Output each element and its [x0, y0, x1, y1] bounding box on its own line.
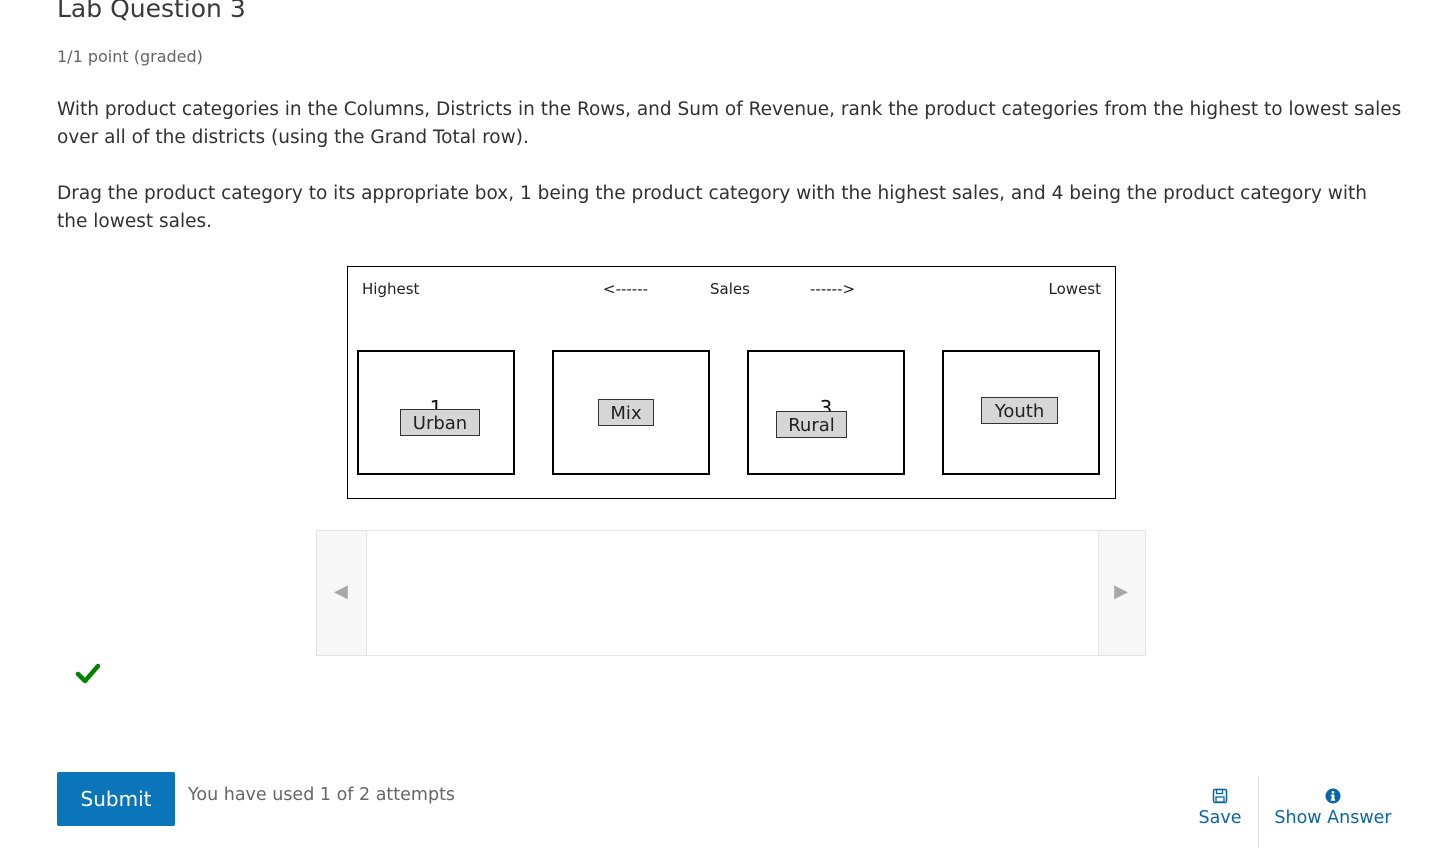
- drag-drop-target-area: Highest <------ Sales ------> Lowest 1 U…: [347, 266, 1116, 499]
- header-lowest: Lowest: [1048, 280, 1101, 298]
- drop-zone-4[interactable]: 4 Youth: [942, 350, 1100, 475]
- header-sales: Sales: [710, 280, 750, 298]
- submit-button[interactable]: Submit: [57, 772, 175, 826]
- draggable-item-urban[interactable]: Urban: [400, 409, 480, 436]
- attempts-text: You have used 1 of 2 attempts: [188, 785, 456, 805]
- show-answer-button[interactable]: Show Answer: [1274, 788, 1392, 828]
- header-arrow-right: ------>: [810, 280, 856, 298]
- save-label: Save: [1198, 808, 1242, 828]
- drop-zone-2[interactable]: 2 Mix: [552, 350, 710, 475]
- draggable-item-mix[interactable]: Mix: [598, 399, 654, 426]
- header-highest: Highest: [362, 280, 420, 298]
- save-button[interactable]: Save: [1195, 788, 1245, 828]
- drop-zone-3[interactable]: 3 Rural: [747, 350, 905, 475]
- item-bank-container[interactable]: [366, 530, 1099, 656]
- footer-divider: [1258, 776, 1259, 848]
- draggable-item-youth[interactable]: Youth: [981, 397, 1058, 424]
- problem-text-1: With product categories in the Columns, …: [57, 99, 1402, 148]
- drop-zone-1[interactable]: 1 Urban: [357, 350, 515, 475]
- checkmark-icon: [75, 663, 101, 684]
- show-answer-label: Show Answer: [1274, 808, 1392, 828]
- problem-text-2: Drag the product category to its appropr…: [57, 183, 1368, 232]
- item-bank: ◀ ▶: [316, 530, 1146, 656]
- triangle-right-icon[interactable]: ▶: [1114, 581, 1128, 602]
- info-icon: [1325, 788, 1341, 804]
- grade-status: 1/1 point (graded): [57, 47, 203, 66]
- triangle-left-icon[interactable]: ◀: [334, 581, 348, 602]
- floppy-disk-icon: [1212, 788, 1228, 804]
- draggable-item-rural[interactable]: Rural: [776, 411, 847, 438]
- problem-title: Lab Question 3: [57, 0, 246, 23]
- header-arrow-left: <------: [603, 280, 649, 298]
